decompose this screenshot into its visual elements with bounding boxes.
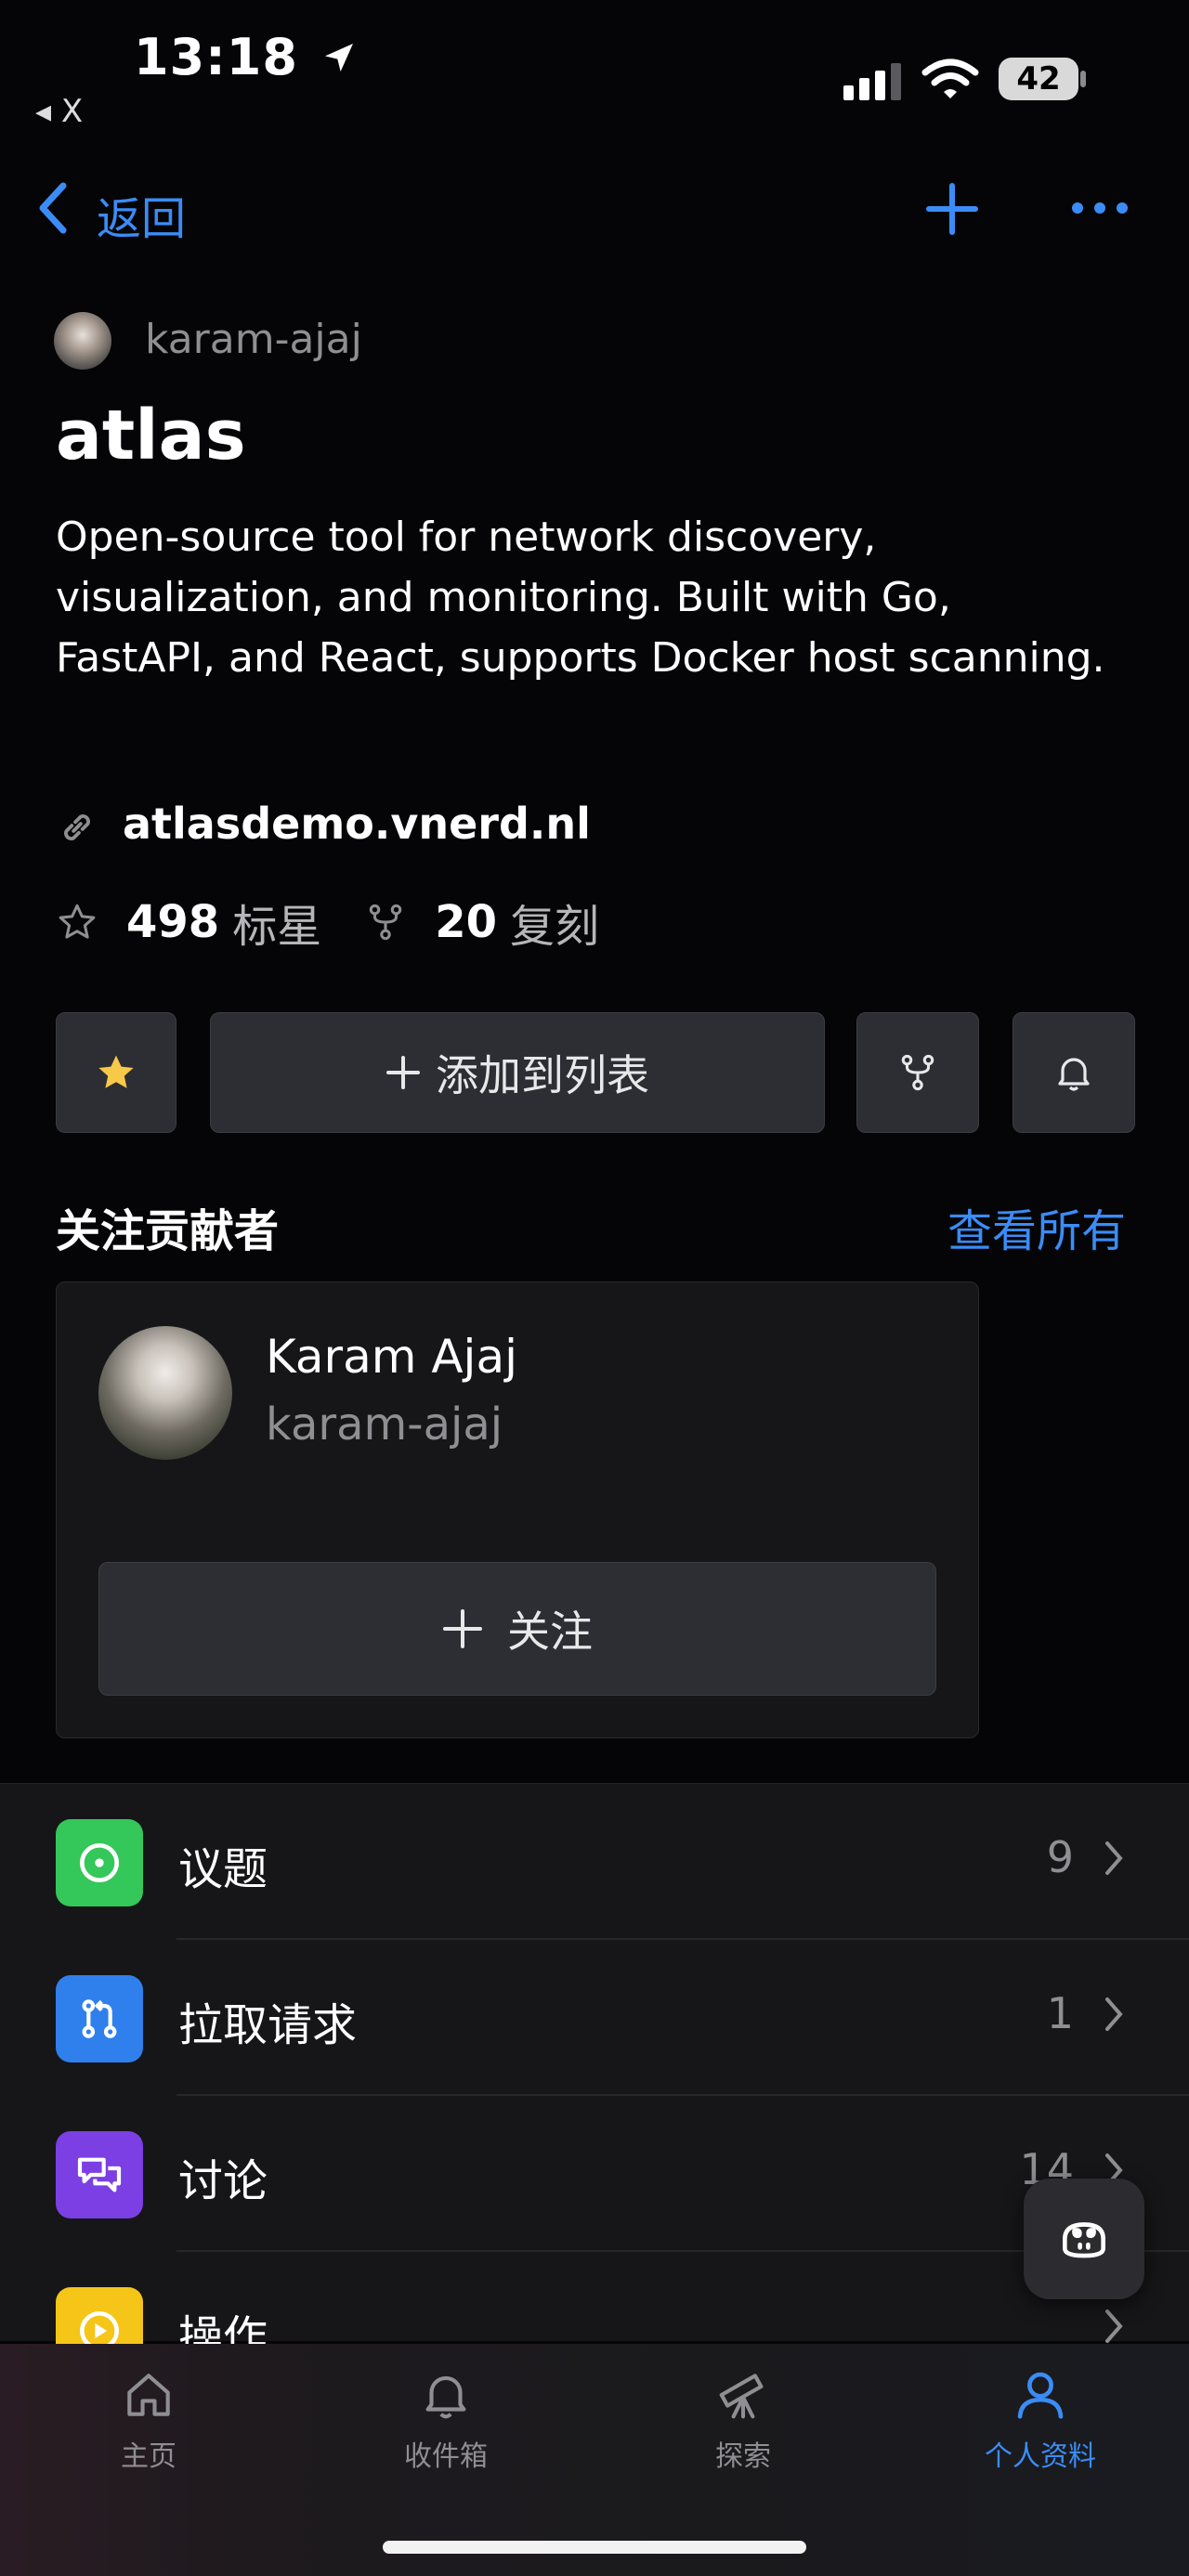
follow-button[interactable]: 关注 [98,1562,936,1696]
back-to-app-link[interactable]: ◂ X [35,93,83,130]
wifi-icon [921,59,979,98]
tab-home-label: 主页 [121,2440,176,2473]
star-outline-icon [59,904,96,939]
link-icon [64,814,90,840]
star-filled-icon [98,1055,134,1088]
tab-explore[interactable]: 探索 [650,2366,836,2474]
chevron-left-icon[interactable] [33,180,71,236]
more-options-icon[interactable] [1070,199,1130,217]
plus-icon [386,1056,420,1089]
tab-profile[interactable]: 个人资料 [947,2366,1133,2474]
owner-avatar[interactable] [54,312,111,370]
discussions-label: 讨论 [178,2155,268,2207]
stars-count[interactable]: 498 [126,896,219,948]
discussion-icon [56,2131,143,2218]
battery-tip [1080,71,1086,87]
repo-website-link[interactable]: atlasdemo.vnerd.nl [123,799,591,849]
home-icon [127,2374,170,2416]
cellular-signal-icon [843,63,901,100]
fork-icon [901,1054,934,1091]
bell-icon [425,2375,466,2419]
pull-requests-row[interactable]: 拉取请求 1 [0,1940,1189,2096]
pull-requests-count: 1 [1046,1988,1074,2038]
star-button[interactable] [56,1012,176,1133]
repo-stats: 498 标星 20 复刻 [56,890,599,955]
issues-count: 9 [1046,1832,1074,1882]
add-icon[interactable] [925,182,979,236]
pull-requests-label: 拉取请求 [178,1999,358,2051]
repo-description: Open-source tool for network discovery, … [56,514,1105,682]
stars-label[interactable]: 标星 [232,890,321,955]
fork-icon [369,904,402,941]
fork-button[interactable] [856,1012,979,1133]
contributor-name[interactable]: Karam Ajaj [266,1330,517,1384]
telescope-icon [719,2374,764,2419]
copilot-icon [1063,2222,1105,2258]
contributors-title: 关注贡献者 [56,1205,280,1257]
issue-icon [56,1819,143,1906]
copilot-button[interactable] [1024,2179,1144,2299]
plus-icon [443,1609,482,1648]
tab-home[interactable]: 主页 [56,2366,242,2474]
issues-row[interactable]: 议题 9 [0,1784,1189,1940]
forks-label[interactable]: 复刻 [510,890,599,955]
see-all-link[interactable]: 查看所有 [947,1194,1126,1259]
home-indicator [383,2541,806,2554]
back-button[interactable]: 返回 [97,182,186,247]
battery-indicator: 42 [999,58,1078,100]
chevron-right-icon [1105,1841,1123,1875]
tab-inbox-label: 收件箱 [404,2440,488,2473]
add-to-list-label: 添加到列表 [436,1050,649,1100]
add-to-list-button[interactable]: 添加到列表 [210,1012,825,1133]
tab-inbox[interactable]: 收件箱 [353,2366,539,2474]
issues-label: 议题 [178,1843,268,1895]
person-icon [1017,2372,1064,2419]
chevron-right-icon [1105,1997,1123,2031]
forks-count[interactable]: 20 [435,896,497,948]
chevron-right-icon [1105,2309,1123,2343]
repo-sections-list: 议题 9 拉取请求 1 讨论 14 操作 [0,1783,1189,2374]
follow-label: 关注 [507,1607,593,1657]
status-time: 13:18 [134,28,358,86]
watch-button[interactable] [1013,1012,1135,1133]
contributor-avatar[interactable] [98,1326,232,1460]
repo-title: atlas [56,396,246,475]
tab-explore-label: 探索 [715,2440,771,2473]
bell-icon [1058,1058,1090,1091]
location-arrow-icon [324,44,353,72]
discussions-row[interactable]: 讨论 14 [0,2096,1189,2252]
repo-owner[interactable]: karam-ajaj [145,316,362,363]
pull-request-icon [56,1975,143,2062]
contributor-login[interactable]: karam-ajaj [266,1399,503,1451]
tab-profile-label: 个人资料 [985,2440,1096,2473]
